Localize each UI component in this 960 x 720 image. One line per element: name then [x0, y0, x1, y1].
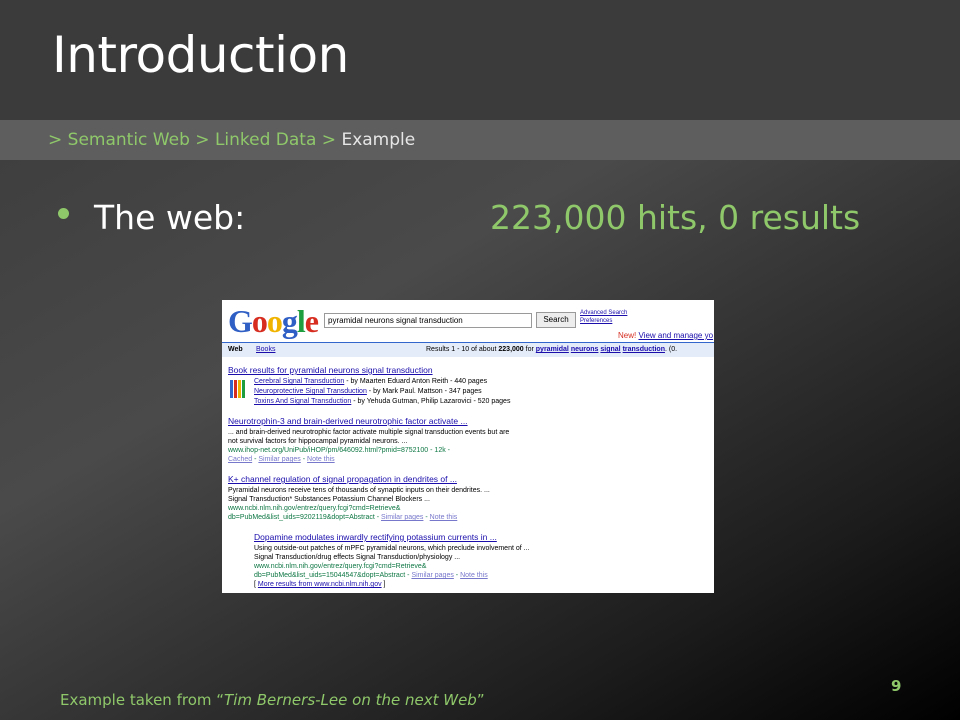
- footnote-source: Tim Berners-Lee on the next Web: [224, 691, 477, 709]
- footnote: Example taken from “Tim Berners-Lee on t…: [60, 691, 485, 709]
- bullet-item: The web: 223,000 hits, 0 results: [58, 198, 938, 244]
- book-result-item[interactable]: Cerebral Signal Transduction - by Maarte…: [254, 378, 487, 386]
- result-snippet: not survival factors for hippocampal pyr…: [228, 438, 408, 445]
- result-links: db=PubMed&list_uids=15044547&dopt=Abstra…: [254, 572, 488, 579]
- result-snippet: Pyramidal neurons receive tens of thousa…: [228, 487, 490, 494]
- similar-pages-link[interactable]: Similar pages: [258, 456, 300, 463]
- book-results-title[interactable]: Book results for pyramidal neurons signa…: [228, 365, 433, 375]
- breadcrumb-item-semantic-web[interactable]: Semantic Web: [68, 130, 190, 150]
- books-icon: [230, 380, 248, 398]
- result-url: www.ncbi.nlm.nih.gov/entrez/query.fcgi?c…: [254, 563, 427, 570]
- tab-web[interactable]: Web: [228, 343, 243, 357]
- search-button[interactable]: Search: [536, 312, 576, 328]
- results-stats-bar: Web Books Results 1 - 10 of about 223,00…: [222, 342, 714, 357]
- tab-books[interactable]: Books: [256, 343, 275, 357]
- search-results-screenshot: Google pyramidal neurons signal transduc…: [222, 300, 714, 593]
- result-title[interactable]: Neurotrophin-3 and brain-derived neurotr…: [228, 416, 468, 426]
- search-logo: Google: [228, 303, 319, 339]
- page-number: 9: [891, 677, 902, 695]
- breadcrumb-separator: >: [48, 130, 63, 150]
- result-snippet: Signal Transduction* Substances Potassiu…: [228, 496, 430, 503]
- search-input[interactable]: pyramidal neurons signal transduction: [324, 313, 532, 328]
- preferences-link[interactable]: Preferences: [580, 318, 612, 325]
- result-links: Cached - Similar pages - Note this: [228, 456, 335, 463]
- slide-title: Introduction: [52, 26, 349, 84]
- result-snippet: ... and brain-derived neurotrophic facto…: [228, 429, 510, 436]
- result-url: www.ihop-net.org/UniPub/iHOP/pm/646092.h…: [228, 447, 450, 454]
- result-snippet: Using outside-out patches of mPFC pyrami…: [254, 545, 530, 552]
- result-snippet: Signal Transduction/drug effects Signal …: [254, 554, 461, 561]
- bullet-dot-icon: [58, 208, 69, 219]
- result-links: db=PubMed&list_uids=9202119&dopt=Abstrac…: [228, 514, 458, 521]
- new-feature-banner: New! View and manage yo: [618, 331, 713, 340]
- breadcrumb-separator: >: [321, 130, 337, 150]
- view-manage-link[interactable]: View and manage yo: [638, 331, 713, 340]
- result-title[interactable]: Dopamine modulates inwardly rectifying p…: [254, 532, 497, 542]
- breadcrumb-item-linked-data[interactable]: Linked Data: [215, 130, 316, 150]
- book-result-item[interactable]: Toxins And Signal Transduction - by Yehu…: [254, 398, 510, 406]
- similar-pages-link[interactable]: Similar pages: [411, 572, 453, 579]
- similar-pages-link[interactable]: Similar pages: [381, 514, 423, 521]
- new-label: New!: [618, 331, 637, 340]
- more-results-link[interactable]: More results from www.ncbi.nlm.nih.gov: [258, 581, 382, 588]
- note-this-link[interactable]: Note this: [307, 456, 335, 463]
- result-url: www.ncbi.nlm.nih.gov/entrez/query.fcgi?c…: [228, 505, 401, 512]
- results-count: Results 1 - 10 of about 223,000 for pyra…: [426, 346, 678, 353]
- more-results: [ More results from www.ncbi.nlm.nih.gov…: [254, 581, 386, 588]
- breadcrumb-separator: >: [195, 130, 210, 150]
- cached-link[interactable]: Cached: [228, 456, 252, 463]
- book-result-item[interactable]: Neuroprotective Signal Transduction - by…: [254, 388, 482, 396]
- bullet-stat: 223,000 hits, 0 results: [490, 198, 861, 237]
- breadcrumb-current: Example: [341, 130, 416, 150]
- result-title[interactable]: K+ channel regulation of signal propagat…: [228, 474, 457, 484]
- note-this-link[interactable]: Note this: [460, 572, 488, 579]
- note-this-link[interactable]: Note this: [430, 514, 458, 521]
- advanced-search-link[interactable]: Advanced Search: [580, 310, 627, 317]
- breadcrumb: > Semantic Web > Linked Data > Example: [48, 130, 415, 150]
- bullet-label: The web:: [94, 198, 246, 237]
